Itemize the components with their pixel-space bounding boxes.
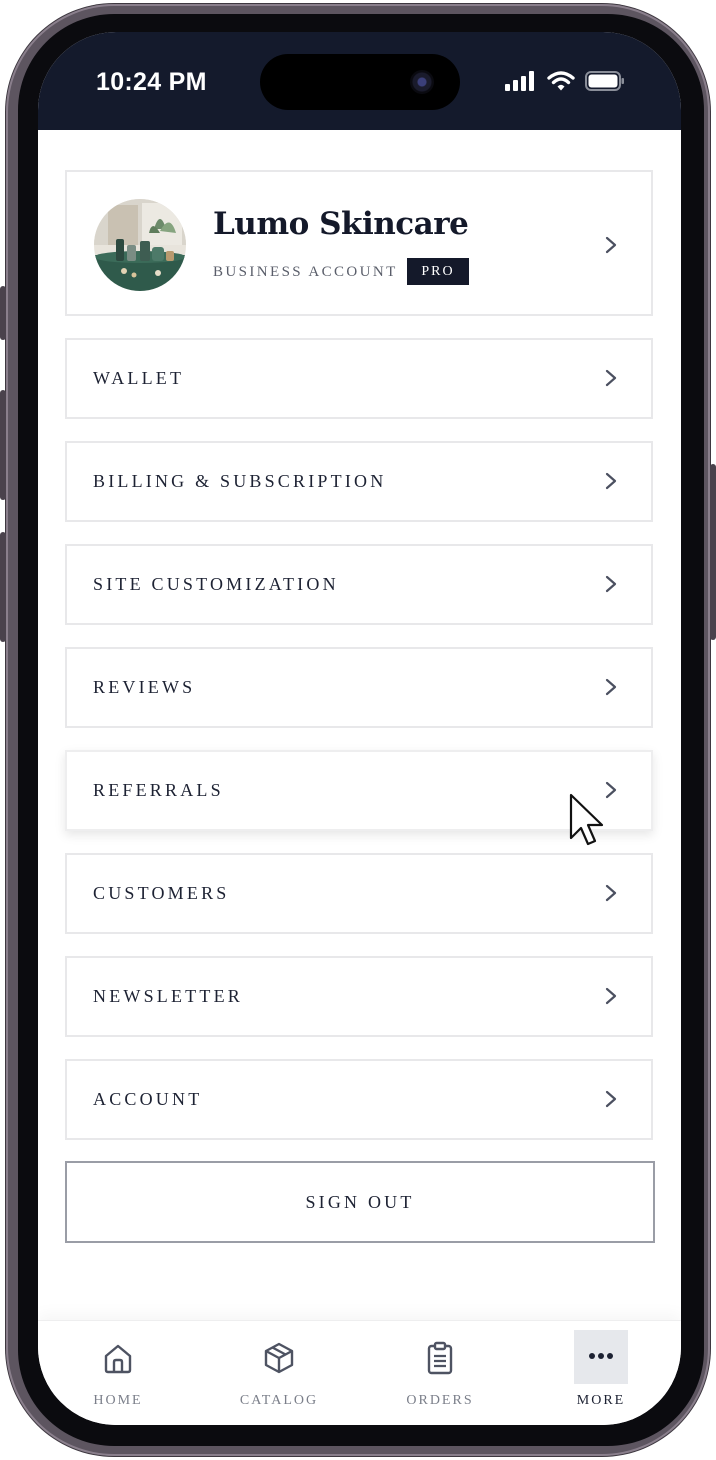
- plan-badge: PRO: [407, 258, 469, 285]
- tab-label: CATALOG: [239, 1393, 319, 1408]
- status-bar: 10:24 PM: [38, 32, 681, 130]
- clipboard-icon: [427, 1341, 453, 1375]
- menu-item-account[interactable]: ACCOUNT: [65, 1059, 653, 1140]
- status-icons: [505, 70, 625, 92]
- menu-item-billing-subscription[interactable]: BILLING & SUBSCRIPTION: [65, 441, 653, 522]
- chevron-right-icon: [605, 678, 617, 696]
- bottom-tab-bar: HOME CATALOG ORDERS MORE: [38, 1320, 681, 1425]
- mouse-cursor-icon: [569, 793, 604, 846]
- volume-up-button: [0, 390, 6, 500]
- sign-out-button[interactable]: SIGN OUT: [65, 1161, 655, 1243]
- wifi-icon: [547, 71, 575, 91]
- more-icon: [589, 1353, 613, 1359]
- volume-down-button: [0, 532, 6, 642]
- phone-screen: 10:24 PM Lumo Skincare BUSINESS ACCOUNT …: [38, 32, 681, 1425]
- menu-item-label: REFERRALS: [93, 780, 224, 800]
- chevron-right-icon: [605, 987, 617, 1005]
- tab-catalog[interactable]: CATALOG: [219, 1321, 339, 1421]
- tab-label: ORDERS: [406, 1393, 474, 1408]
- tab-home[interactable]: HOME: [58, 1321, 178, 1421]
- profile-card[interactable]: Lumo Skincare BUSINESS ACCOUNT PRO: [65, 170, 653, 316]
- menu-item-newsletter[interactable]: NEWSLETTER: [65, 956, 653, 1037]
- chevron-right-icon: [605, 1090, 617, 1108]
- power-button: [710, 464, 716, 640]
- status-time: 10:24 PM: [96, 68, 207, 96]
- more-menu-page: Lumo Skincare BUSINESS ACCOUNT PRO WALLE…: [38, 130, 681, 1322]
- chevron-right-icon: [605, 236, 617, 254]
- tab-more[interactable]: MORE: [541, 1321, 661, 1421]
- menu-item-label: WALLET: [93, 368, 185, 388]
- menu-item-site-customization[interactable]: SITE CUSTOMIZATION: [65, 544, 653, 625]
- menu-item-label: CUSTOMERS: [93, 883, 230, 903]
- menu-item-wallet[interactable]: WALLET: [65, 338, 653, 419]
- business-name: Lumo Skincare: [213, 206, 469, 242]
- battery-icon: [585, 71, 624, 91]
- signal-icon: [505, 71, 534, 91]
- menu-item-referrals[interactable]: REFERRALS: [65, 750, 653, 831]
- chevron-right-icon: [605, 884, 617, 902]
- menu-item-label: SITE CUSTOMIZATION: [93, 574, 339, 594]
- box-icon: [264, 1342, 294, 1374]
- menu-item-customers[interactable]: CUSTOMERS: [65, 853, 653, 934]
- action-button: [0, 286, 6, 340]
- tab-label: MORE: [576, 1393, 626, 1408]
- chevron-right-icon: [605, 369, 617, 387]
- menu-item-label: BILLING & SUBSCRIPTION: [93, 471, 387, 491]
- menu-item-label: NEWSLETTER: [93, 986, 243, 1006]
- menu-item-label: REVIEWS: [93, 677, 196, 697]
- tab-orders[interactable]: ORDERS: [380, 1321, 500, 1421]
- business-avatar: [94, 199, 186, 291]
- home-icon: [104, 1344, 132, 1374]
- tab-label: HOME: [93, 1393, 143, 1408]
- chevron-right-icon: [605, 575, 617, 593]
- dynamic-island: [260, 54, 460, 110]
- front-camera: [410, 70, 434, 94]
- menu-item-label: ACCOUNT: [93, 1089, 203, 1109]
- menu-item-reviews[interactable]: REVIEWS: [65, 647, 653, 728]
- account-type-label: BUSINESS ACCOUNT: [213, 264, 398, 280]
- chevron-right-icon: [605, 472, 617, 490]
